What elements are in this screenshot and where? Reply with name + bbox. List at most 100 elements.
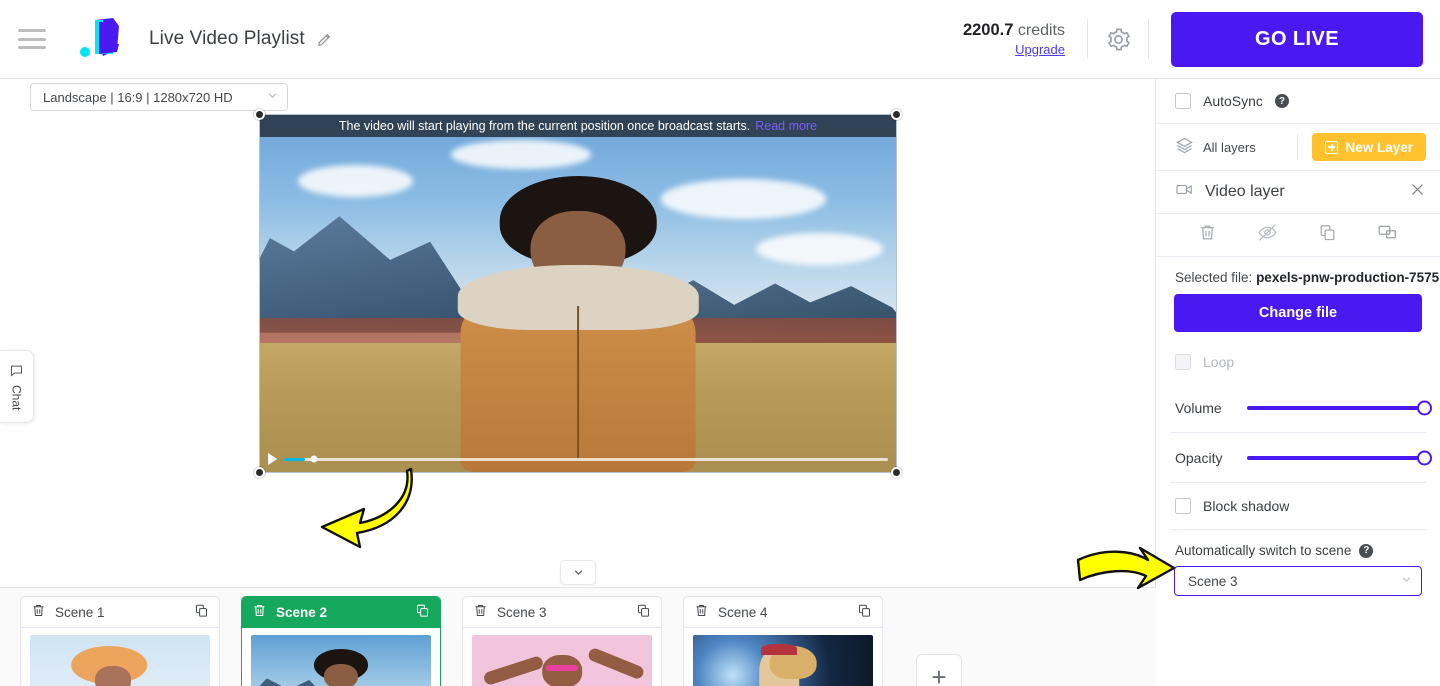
selected-file-name: pexels-pnw-production-7575	[1256, 270, 1440, 285]
credits-value: 2200.7	[962, 21, 1014, 39]
play-icon[interactable]	[268, 453, 277, 465]
brand-logo-icon	[73, 16, 129, 62]
upgrade-link[interactable]: Upgrade	[963, 42, 1065, 57]
scene-card-3[interactable]: Scene 3	[462, 596, 662, 686]
volume-row: Volume	[1156, 383, 1440, 432]
resize-handle-bottom-left[interactable]	[254, 467, 265, 478]
auto-switch-scene-select[interactable]: Scene 3	[1174, 566, 1422, 596]
trash-icon[interactable]	[1198, 223, 1217, 247]
trash-icon[interactable]	[31, 603, 46, 621]
app-root: Live Video Playlist 2200.7 credits Upgra…	[0, 0, 1440, 686]
aspect-ratio-select[interactable]: Landscape | 16:9 | 1280x720 HD	[30, 83, 288, 111]
credits-label: credits	[1017, 22, 1065, 39]
all-layers-label: All layers	[1203, 139, 1256, 155]
resize-handle-bottom-right[interactable]	[891, 467, 902, 478]
video-progress-slider[interactable]	[284, 455, 888, 463]
trash-icon[interactable]	[252, 603, 267, 621]
video-playback-controls	[268, 451, 888, 467]
layer-tools-row	[1156, 214, 1440, 256]
block-shadow-label: Block shadow	[1203, 498, 1290, 514]
pencil-edit-icon[interactable]	[316, 31, 333, 48]
volume-slider[interactable]	[1247, 400, 1432, 415]
scene-card-1[interactable]: Scene 1	[20, 596, 220, 686]
chat-tab[interactable]: Chat	[0, 350, 34, 423]
scene-card-4[interactable]: Scene 4	[683, 596, 883, 686]
opacity-label: Opacity	[1175, 449, 1223, 466]
copy-icon[interactable]	[636, 603, 651, 621]
scene-label-4: Scene 4	[718, 604, 768, 620]
scene-thumbnail-2	[251, 635, 431, 686]
resize-handle-top-right[interactable]	[891, 109, 902, 120]
trash-icon[interactable]	[473, 603, 488, 621]
auto-switch-label: Automatically switch to scene	[1175, 543, 1352, 558]
scene-thumbnail-1	[30, 635, 210, 686]
canvas-video-preview	[260, 115, 896, 472]
close-icon[interactable]	[1409, 181, 1426, 203]
layers-toolbar: All layers New Layer	[1156, 124, 1440, 170]
all-layers-button[interactable]: All layers	[1175, 136, 1256, 158]
collapse-panel-button[interactable]	[560, 560, 596, 585]
selected-file-row: Selected file: pexels-pnw-production-757…	[1156, 257, 1440, 294]
hamburger-menu-icon[interactable]	[18, 29, 46, 49]
gear-icon[interactable]	[1088, 26, 1148, 53]
block-shadow-row: Block shadow	[1156, 483, 1440, 529]
loop-label: Loop	[1203, 354, 1235, 370]
auto-switch-scene-value: Scene 3	[1188, 573, 1238, 589]
change-file-button[interactable]: Change file	[1174, 294, 1422, 332]
workspace: Landscape | 16:9 | 1280x720 HD The video…	[0, 79, 1156, 686]
autosync-label: AutoSync	[1203, 93, 1263, 109]
screens-icon[interactable]	[1377, 222, 1398, 248]
help-icon[interactable]: ?	[1274, 94, 1289, 108]
chevron-down-icon	[1400, 573, 1413, 589]
trash-icon[interactable]	[694, 603, 709, 621]
plus-icon	[1325, 140, 1339, 154]
help-icon[interactable]: ?	[1359, 543, 1374, 558]
scene-thumbnail-3	[472, 635, 652, 686]
scene-card-2[interactable]: Scene 2	[241, 596, 441, 686]
selected-file-label: Selected file:	[1175, 270, 1253, 285]
page-title: Live Video Playlist	[149, 28, 305, 49]
autosync-checkbox[interactable]	[1175, 93, 1191, 109]
layer-title: Video layer	[1205, 183, 1285, 200]
video-camera-icon	[1175, 180, 1194, 204]
chat-tab-label: Chat	[9, 384, 24, 411]
scene-header-2: Scene 2	[242, 597, 440, 628]
banner-text: The video will start playing from the cu…	[338, 119, 751, 133]
copy-icon[interactable]	[1318, 223, 1337, 247]
scenes-strip: Scene 1 Scene 2 Scene 3 Scene 4 +	[0, 587, 1156, 686]
autosync-row: AutoSync ?	[1156, 79, 1440, 123]
block-shadow-checkbox[interactable]	[1175, 498, 1191, 514]
app-header: Live Video Playlist 2200.7 credits Upgra…	[0, 0, 1440, 79]
copy-icon[interactable]	[194, 603, 209, 621]
scene-label-2: Scene 2	[276, 604, 328, 620]
scene-header-3: Scene 3	[463, 597, 661, 628]
credits-box: 2200.7 credits Upgrade	[963, 21, 1087, 57]
scene-header-1: Scene 1	[21, 597, 219, 628]
opacity-slider[interactable]	[1247, 450, 1432, 465]
scene-thumbnail-4	[693, 635, 873, 686]
auto-switch-row: Automatically switch to scene ?	[1156, 530, 1440, 558]
video-canvas-stage[interactable]: The video will start playing from the cu…	[254, 109, 902, 478]
scene-label-3: Scene 3	[497, 604, 547, 620]
volume-label: Volume	[1175, 399, 1222, 416]
layers-stack-icon	[1175, 136, 1194, 158]
read-more-link[interactable]: Read more	[755, 119, 817, 133]
layer-properties-panel: AutoSync ? All layers New Layer Video la…	[1156, 79, 1440, 686]
copy-icon[interactable]	[415, 603, 430, 621]
new-layer-button[interactable]: New Layer	[1312, 133, 1426, 161]
new-layer-label: New Layer	[1345, 139, 1413, 155]
chat-bubble-icon	[9, 363, 24, 383]
add-scene-button[interactable]: +	[916, 654, 962, 686]
resize-handle-top-left[interactable]	[254, 109, 265, 120]
aspect-ratio-value: Landscape | 16:9 | 1280x720 HD	[43, 89, 233, 105]
canvas-area: Landscape | 16:9 | 1280x720 HD The video…	[0, 79, 1155, 513]
canvas-info-banner: The video will start playing from the cu…	[260, 115, 896, 137]
copy-icon[interactable]	[857, 603, 872, 621]
go-live-button[interactable]: GO LIVE	[1171, 11, 1423, 67]
loop-checkbox[interactable]	[1175, 354, 1191, 370]
layer-title-row: Video layer	[1156, 171, 1440, 213]
header-right-group: 2200.7 credits Upgrade GO LIVE	[963, 0, 1440, 78]
eye-off-icon[interactable]	[1257, 222, 1278, 248]
opacity-row: Opacity	[1156, 433, 1440, 482]
scene-label-1: Scene 1	[55, 604, 105, 620]
